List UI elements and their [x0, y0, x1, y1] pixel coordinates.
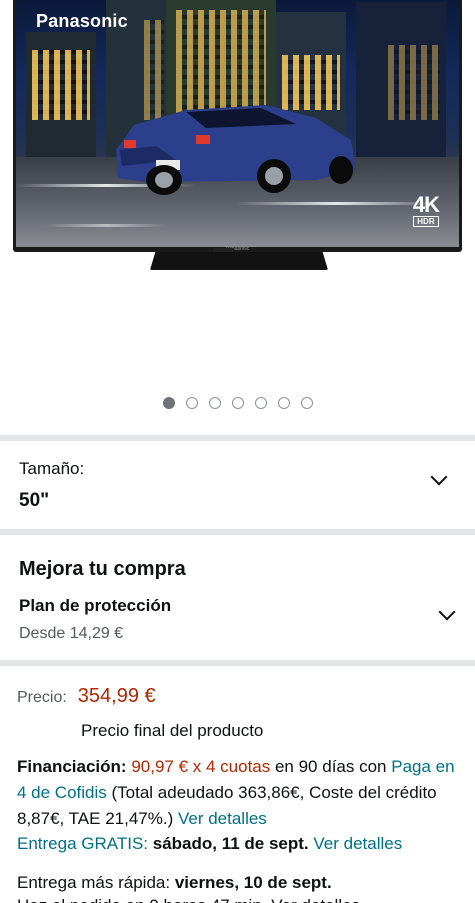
4k-hdr-badge: 4K HDR	[412, 192, 440, 227]
section-divider	[0, 529, 475, 535]
protection-plan-label: Plan de protección	[19, 596, 172, 615]
carousel-dot-1[interactable]	[162, 397, 175, 409]
size-label: Tamaño:	[19, 459, 85, 478]
financing-info: Financiación: 90,97 € x 4 cuotas en 90 d…	[17, 754, 462, 832]
carousel-dot-3[interactable]	[208, 397, 221, 409]
carousel-dot-2[interactable]	[185, 397, 198, 409]
product-image-carousel[interactable]: Panasonic 4K HDR Panasonic	[0, 0, 475, 435]
price-row: Precio: 354,99 €	[17, 685, 156, 708]
financing-label: Financiación:	[17, 757, 127, 776]
protection-plan-price: Desde 14,29 €	[19, 625, 124, 642]
buybox: Precio: 354,99 € Precio final del produc…	[0, 666, 475, 903]
delivery-date: sábado, 11 de sept.	[148, 834, 309, 853]
size-selector[interactable]: Tamaño: 50"	[0, 441, 475, 529]
delivery-details-link[interactable]: Ver detalles	[313, 834, 402, 853]
size-value: 50"	[19, 490, 50, 511]
chevron-down-icon[interactable]	[430, 468, 448, 486]
financing-installments: 90,97 € x 4 cuotas	[131, 757, 271, 776]
financing-period: en 90 días con	[270, 757, 392, 776]
badge-hdr-text: HDR	[412, 216, 439, 227]
faster-delivery-label: Entrega más rápida:	[17, 873, 175, 892]
final-price-note: Precio final del producto	[81, 721, 264, 740]
carousel-dot-7[interactable]	[300, 397, 313, 409]
delivery-info: Entrega GRATIS: sábado, 11 de sept. Ver …	[17, 832, 402, 856]
upgrade-title: Mejora tu compra	[19, 558, 186, 580]
product-image-tv[interactable]: Panasonic 4K HDR Panasonic	[13, 0, 462, 252]
free-delivery-label[interactable]: Entrega GRATIS:	[17, 834, 148, 853]
chevron-down-icon[interactable]	[438, 603, 456, 621]
carousel-dot-4[interactable]	[231, 397, 244, 409]
price-label: Precio:	[17, 689, 67, 706]
financing-details-link[interactable]: Ver detalles	[178, 809, 267, 828]
tv-stand-base	[150, 252, 328, 270]
car-image	[116, 105, 356, 195]
tv-screen-image: Panasonic 4K HDR	[16, 0, 459, 247]
carousel-dot-6[interactable]	[277, 397, 290, 409]
badge-4k-text: 4K	[412, 192, 440, 217]
carousel-indicators	[0, 397, 475, 409]
carousel-dot-5[interactable]	[254, 397, 267, 409]
protection-plan-section: Mejora tu compra Plan de protección Desd…	[0, 536, 475, 660]
faster-delivery-info: Entrega más rápida: viernes, 10 de sept.	[17, 871, 332, 895]
order-within-text: Haz el pedido en 9 horas 47 min. Ver det…	[17, 894, 360, 903]
panasonic-logo: Panasonic	[36, 11, 128, 31]
price-value: 354,99 €	[77, 685, 156, 707]
faster-delivery-date: viernes, 10 de sept.	[174, 873, 332, 892]
